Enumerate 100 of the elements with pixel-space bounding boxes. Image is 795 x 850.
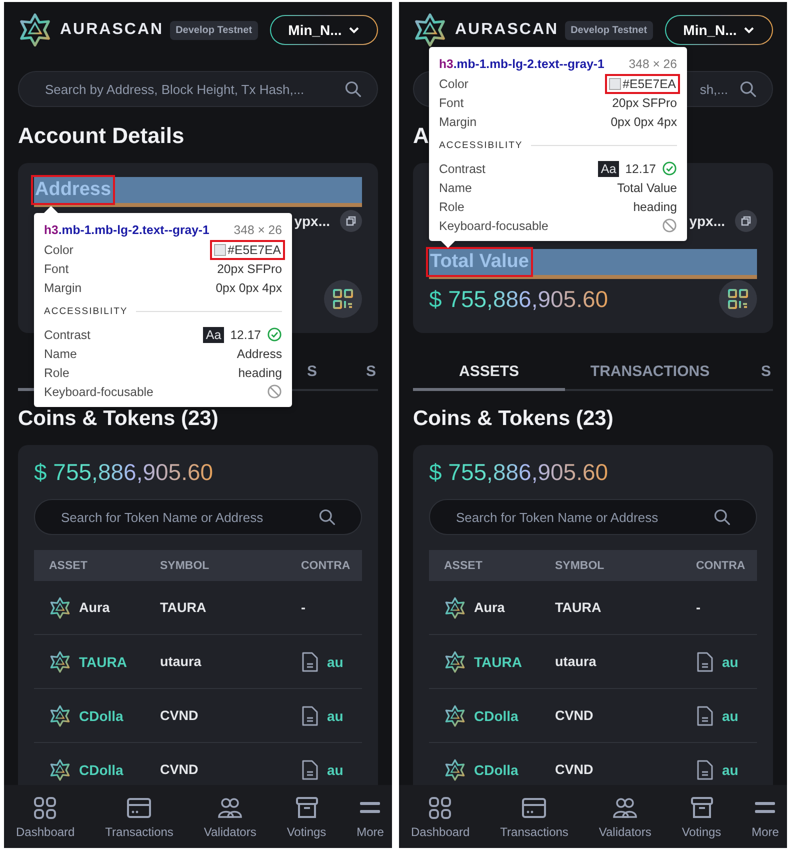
property-label: Color — [439, 76, 468, 90]
color-value: #E5E7EA — [212, 242, 282, 256]
search-icon — [344, 80, 362, 98]
star-logo-icon — [18, 13, 52, 47]
archive-box-icon — [688, 794, 714, 820]
copy-icon — [741, 216, 751, 226]
nav-item[interactable]: Transactions — [103, 785, 176, 848]
contract-link[interactable]: au — [327, 708, 344, 724]
asset-link[interactable]: TAURA — [79, 654, 127, 670]
asset-link[interactable]: CDolla — [79, 708, 124, 724]
nav-item[interactable]: Votings — [680, 785, 724, 848]
brand-name: AURASCAN — [455, 21, 559, 39]
asset-link[interactable]: CDolla — [79, 762, 124, 778]
property-label: Keyboard-focusable — [44, 384, 154, 398]
property-value: 20px SFPro — [612, 96, 677, 110]
table-cell-text: utaura — [555, 654, 598, 669]
table-cell-text: TAURA — [555, 600, 602, 615]
asset-link[interactable]: CDolla — [474, 708, 518, 724]
contract-link[interactable]: au — [722, 708, 738, 724]
table-cell-text: CVND — [160, 708, 200, 723]
document-icon — [696, 760, 714, 780]
contract-link[interactable]: au — [327, 762, 344, 778]
property-label: Color — [44, 242, 74, 256]
asset-link[interactable]: TAURA — [474, 654, 522, 670]
element-selector: h3.mb-1.mb-lg-2.text--gray-1 — [44, 223, 210, 237]
search-field[interactable]: Search for Token Name or Address — [34, 499, 362, 535]
star-token-icon — [49, 596, 71, 618]
element-size: 348 × 26 — [234, 223, 282, 237]
search-icon — [713, 508, 731, 526]
star-token-icon — [444, 704, 466, 726]
contract-link[interactable]: au — [722, 654, 738, 670]
property-label: Contrast — [439, 162, 486, 176]
star-token-icon — [49, 650, 71, 672]
asset-link[interactable]: CDolla — [474, 762, 518, 778]
tab[interactable]: TRANSACTIONS — [565, 355, 735, 391]
contrast-sample: Aa — [202, 326, 224, 342]
nav-item[interactable]: Votings — [284, 785, 328, 848]
nav-item[interactable]: Transactions — [498, 785, 570, 848]
table-cell: - — [301, 600, 306, 615]
section-title: Coins & Tokens (23) — [413, 406, 614, 432]
property-label: Name — [439, 180, 472, 194]
column-header: CONTRA — [301, 560, 352, 572]
grid-icon — [427, 794, 454, 820]
archive-box-icon — [294, 794, 320, 820]
table-cell: Aura — [474, 600, 505, 615]
contrast-sample: Aa — [598, 160, 620, 176]
property-value: Total Value — [617, 180, 677, 194]
account-button[interactable]: Min_N... — [270, 15, 378, 45]
property-label: Keyboard-focusable — [439, 218, 548, 232]
copy-button[interactable] — [735, 210, 757, 232]
table-cell: - — [696, 600, 700, 615]
property-label: Font — [44, 262, 69, 276]
nav-item[interactable]: Dashboard — [409, 785, 472, 848]
table-cell-text: TAURA — [160, 600, 208, 615]
star-token-icon — [444, 758, 466, 780]
table-cell-text: CVND — [555, 708, 594, 723]
nav-item[interactable]: More — [750, 785, 781, 848]
property-value: 12.17 — [230, 328, 261, 342]
table-cell: Aura — [79, 600, 110, 615]
column-header: CONTRA — [696, 560, 746, 572]
copy-button[interactable] — [340, 210, 362, 232]
nav-item[interactable]: Validators — [202, 785, 258, 848]
nav-item[interactable]: Validators — [596, 785, 654, 848]
property-value: heading — [238, 366, 282, 380]
contract-link[interactable]: au — [722, 762, 738, 778]
nav-item[interactable]: More — [354, 785, 386, 848]
table-cell-text: CVND — [555, 762, 594, 777]
property-value: 0px 0px 4px — [216, 280, 282, 294]
address-text: ypx... — [294, 213, 330, 229]
network-badge: Develop Testnet — [564, 20, 654, 40]
search-icon — [739, 80, 757, 98]
property-label: Margin — [44, 280, 82, 294]
section-heading: Address — [34, 178, 112, 202]
element-selector: h3.mb-1.mb-lg-2.text--gray-1 — [439, 57, 604, 71]
table-cell-text: utaura — [160, 654, 202, 669]
account-button[interactable]: Min_N... — [665, 15, 773, 45]
property-label: Role — [44, 366, 70, 380]
property-label: Name — [44, 346, 77, 360]
tab[interactable]: S — [340, 355, 378, 391]
table-cell-text: CVND — [160, 762, 200, 777]
address-text: ypx... — [689, 213, 725, 229]
tab[interactable]: ASSETS — [413, 355, 565, 391]
qr-code-button[interactable] — [719, 280, 757, 318]
page-title: A — [413, 122, 429, 150]
section-label: ACCESSIBILITY — [439, 140, 523, 150]
nav-item[interactable]: Dashboard — [14, 785, 77, 848]
tab[interactable]: S — [735, 355, 773, 391]
document-icon — [301, 706, 319, 726]
qr-code-button[interactable] — [324, 280, 362, 318]
document-icon — [696, 652, 714, 672]
search-field[interactable]: Search by Address, Block Height, Tx Hash,... — [18, 71, 378, 107]
column-header: SYMBOL — [160, 560, 210, 572]
document-icon — [301, 760, 319, 780]
section-title: Coins & Tokens (23) — [18, 406, 220, 432]
search-field[interactable]: Search for Token Name or Address — [429, 499, 757, 535]
property-label: Margin — [439, 114, 477, 128]
search-icon — [318, 508, 336, 526]
property-value: 12.17 — [625, 162, 656, 176]
contract-link[interactable]: au — [327, 654, 344, 670]
property-value: Address — [236, 346, 282, 360]
